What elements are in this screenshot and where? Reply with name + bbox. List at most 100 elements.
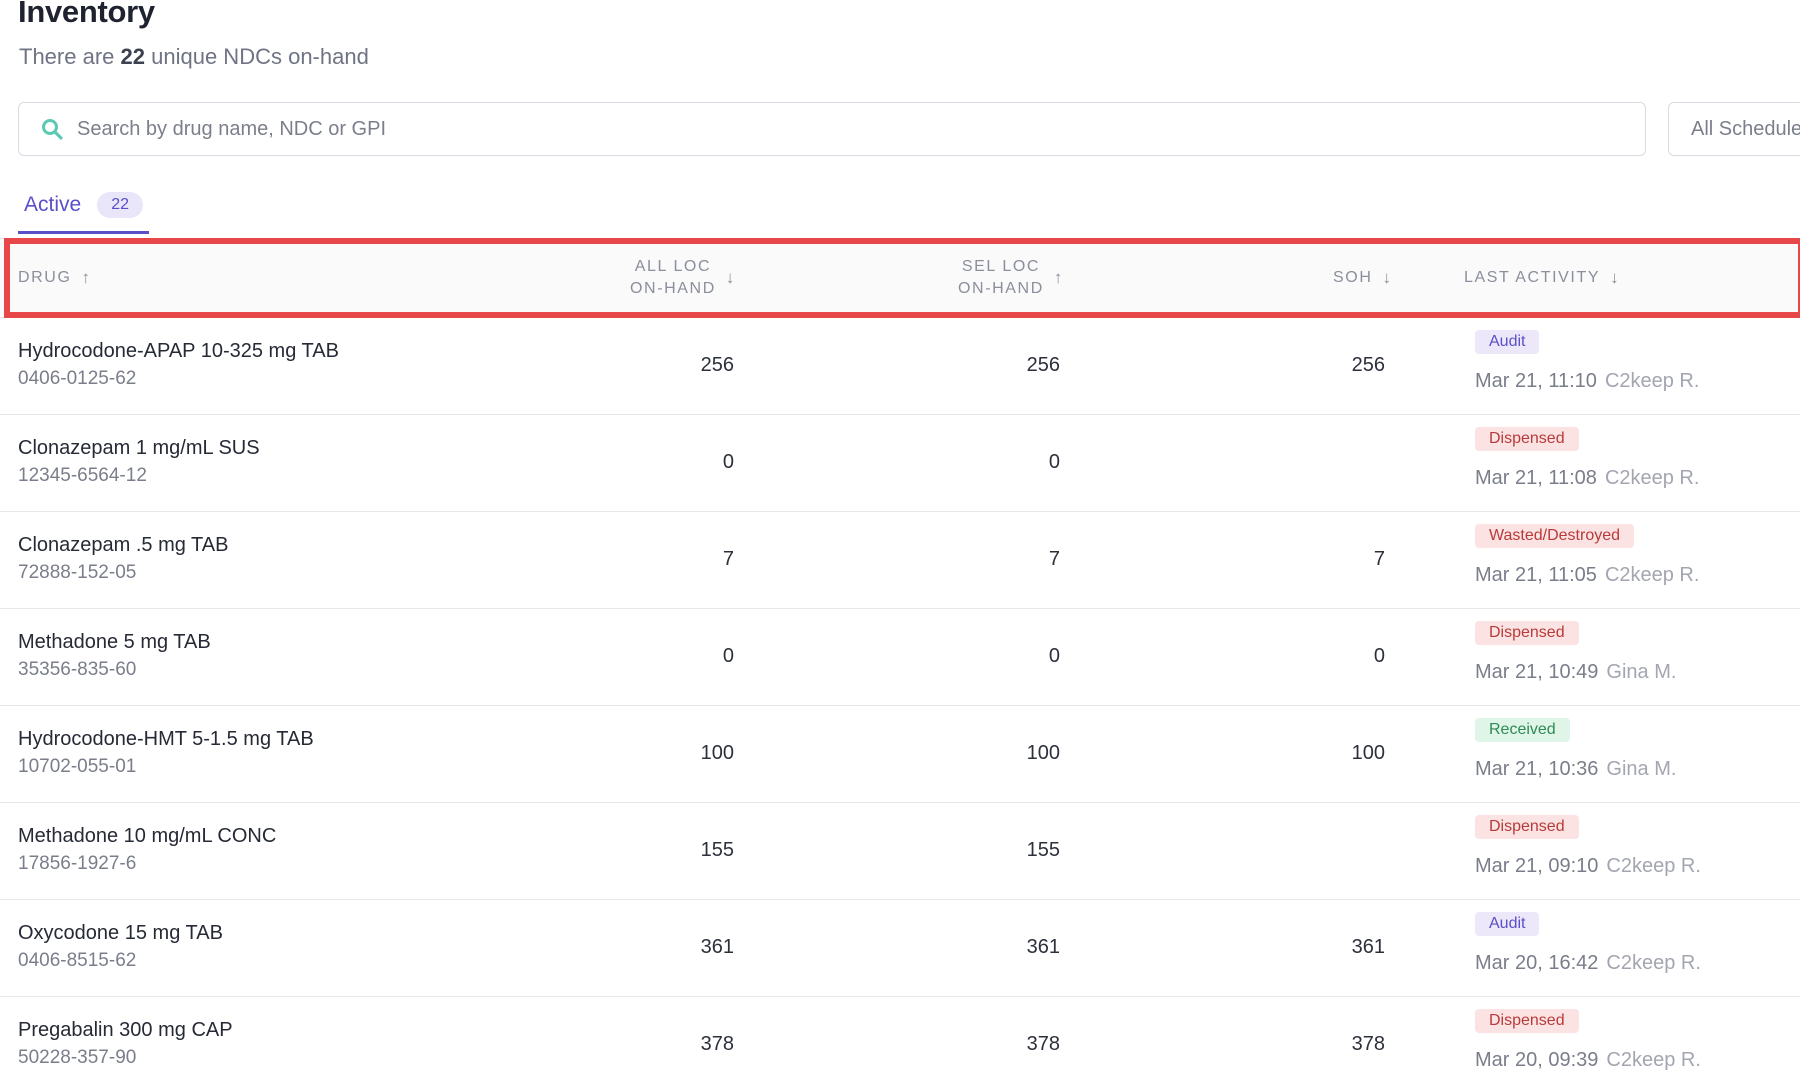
activity-user: C2keep R. <box>1604 564 1700 586</box>
drug-name: Hydrocodone-APAP 10-325 mg TAB <box>18 340 339 362</box>
schedule-filter-label: All Schedule <box>1691 117 1800 140</box>
table-header: DRUG ↑ ALL LOC ON-HAND ↓ SEL LOC ON-HAND… <box>0 238 1800 318</box>
sel-loc-on-hand: 100 <box>1026 742 1060 764</box>
drug-name: Pregabalin 300 mg CAP <box>18 1019 233 1041</box>
activity-time: Mar 21, 11:05 <box>1475 564 1597 586</box>
ndc-count: 22 <box>120 44 145 69</box>
page-subtitle: There are 22 unique NDCs on-hand <box>19 44 369 70</box>
sel-loc-on-hand: 378 <box>1026 1033 1060 1055</box>
activity-time: Mar 21, 09:10 <box>1475 855 1599 877</box>
table-row[interactable]: Clonazepam 1 mg/mL SUS 12345-6564-12 0 0 Dis… <box>0 415 1800 512</box>
page-title: Inventory <box>18 0 155 29</box>
column-header-last-activity[interactable]: LAST ACTIVITY ↓ <box>1464 268 1620 288</box>
status-badge: Dispensed <box>1475 815 1579 839</box>
drug-ndc: 0406-8515-62 <box>18 950 137 971</box>
activity-user: Gina M. <box>1606 661 1677 683</box>
schedule-filter-select[interactable]: All Schedule <box>1668 102 1800 156</box>
drug-ndc: 12345-6564-12 <box>18 465 147 486</box>
last-activity: Mar 21, 11:10 C2keep R. <box>1475 370 1699 393</box>
all-loc-on-hand: 0 <box>722 451 734 473</box>
sel-loc-on-hand: 361 <box>1026 936 1060 958</box>
drug-ndc: 72888-152-05 <box>18 562 137 583</box>
sel-loc-on-hand: 256 <box>1026 354 1060 376</box>
column-all-loc-label-line1: ALL LOC <box>634 258 712 275</box>
sort-arrow-down-icon: ↓ <box>1610 268 1621 287</box>
status-badge: Wasted/Destroyed <box>1475 524 1635 548</box>
column-soh-label: SOH <box>1333 269 1373 286</box>
status-badge: Received <box>1475 718 1570 742</box>
activity-time: Mar 21, 10:49 <box>1475 661 1599 683</box>
search-input[interactable] <box>77 117 1645 141</box>
drug-name: Clonazepam .5 mg TAB <box>18 534 229 556</box>
subtitle-suffix: unique NDCs on-hand <box>151 44 369 69</box>
sel-loc-on-hand: 7 <box>1048 548 1060 570</box>
table-body: Hydrocodone-APAP 10-325 mg TAB 0406-0125-… <box>0 318 1800 1080</box>
column-drug-label: DRUG <box>18 269 72 286</box>
drug-name: Oxycodone 15 mg TAB <box>18 922 223 944</box>
activity-time: Mar 21, 11:08 <box>1475 467 1597 489</box>
activity-time: Mar 21, 10:36 <box>1475 758 1599 780</box>
column-header-sel-loc[interactable]: SEL LOC ON-HAND ↑ <box>958 256 1064 300</box>
status-badge: Dispensed <box>1475 621 1579 645</box>
search-icon <box>39 116 65 142</box>
activity-user: C2keep R. <box>1606 855 1701 877</box>
drug-name: Methadone 5 mg TAB <box>18 631 211 653</box>
all-loc-on-hand: 361 <box>700 936 734 958</box>
column-sel-loc-label-line2: ON-HAND <box>958 280 1044 297</box>
last-activity: Mar 21, 11:05 C2keep R. <box>1475 564 1699 587</box>
drug-name: Clonazepam 1 mg/mL SUS <box>18 437 260 459</box>
soh-value: 7 <box>1373 548 1385 570</box>
sel-loc-on-hand: 0 <box>1048 451 1060 473</box>
column-header-drug[interactable]: DRUG ↑ <box>18 268 92 288</box>
tab-active-count-badge: 22 <box>97 191 143 218</box>
all-loc-on-hand: 155 <box>700 839 734 861</box>
column-header-soh[interactable]: SOH ↓ <box>1333 268 1393 288</box>
table-row[interactable]: Pregabalin 300 mg CAP 50228-357-90 378 378 3… <box>0 997 1800 1080</box>
sort-arrow-up-icon: ↑ <box>1053 268 1064 287</box>
column-header-all-loc[interactable]: ALL LOC ON-HAND ↓ <box>630 256 736 300</box>
status-badge: Audit <box>1475 330 1540 354</box>
activity-time: Mar 21, 11:10 <box>1475 370 1597 392</box>
all-loc-on-hand: 7 <box>722 548 734 570</box>
column-sel-loc-label-line1: SEL LOC <box>961 258 1041 275</box>
all-loc-on-hand: 378 <box>700 1033 734 1055</box>
sel-loc-on-hand: 155 <box>1026 839 1060 861</box>
soh-value: 378 <box>1351 1033 1385 1055</box>
soh-value: 361 <box>1351 936 1385 958</box>
drug-ndc: 35356-835-60 <box>18 659 137 680</box>
sort-arrow-down-icon: ↓ <box>1382 268 1393 287</box>
drug-ndc: 50228-357-90 <box>18 1047 137 1068</box>
table-row[interactable]: Clonazepam .5 mg TAB 72888-152-05 7 7 7 Waste… <box>0 512 1800 609</box>
sort-arrow-up-icon: ↑ <box>81 268 92 287</box>
table-row[interactable]: Hydrocodone-HMT 5-1.5 mg TAB 10702-055-01… <box>0 706 1800 803</box>
last-activity: Mar 20, 09:39 C2keep R. <box>1475 1049 1701 1072</box>
activity-user: C2keep R. <box>1604 467 1700 489</box>
last-activity: Mar 21, 09:10 C2keep R. <box>1475 855 1701 878</box>
drug-name: Methadone 10 mg/mL CONC <box>18 825 277 847</box>
tab-bar: Active 22 <box>18 178 149 236</box>
last-activity: Mar 21, 10:49 Gina M. <box>1475 661 1676 684</box>
table-row[interactable]: Hydrocodone-APAP 10-325 mg TAB 0406-0125-… <box>0 318 1800 415</box>
status-badge: Dispensed <box>1475 427 1579 451</box>
tab-active[interactable]: Active 22 <box>18 178 149 234</box>
search-box[interactable] <box>18 102 1646 156</box>
column-all-loc-label-line2: ON-HAND <box>630 280 716 297</box>
all-loc-on-hand: 100 <box>700 742 734 764</box>
last-activity: Mar 21, 11:08 C2keep R. <box>1475 467 1699 490</box>
drug-ndc: 10702-055-01 <box>18 756 137 777</box>
status-badge: Dispensed <box>1475 1009 1579 1033</box>
activity-user: C2keep R. <box>1606 952 1701 974</box>
activity-user: C2keep R. <box>1606 1049 1701 1071</box>
soh-value: 100 <box>1351 742 1385 764</box>
table-row[interactable]: Oxycodone 15 mg TAB 0406-8515-62 361 361 361… <box>0 900 1800 997</box>
drug-name: Hydrocodone-HMT 5-1.5 mg TAB <box>18 728 314 750</box>
activity-time: Mar 20, 09:39 <box>1475 1049 1599 1071</box>
last-activity: Mar 20, 16:42 C2keep R. <box>1475 952 1701 975</box>
last-activity: Mar 21, 10:36 Gina M. <box>1475 758 1676 781</box>
all-loc-on-hand: 0 <box>722 645 734 667</box>
table-row[interactable]: Methadone 10 mg/mL CONC 17856-1927-6 155 15… <box>0 803 1800 900</box>
table-row[interactable]: Methadone 5 mg TAB 35356-835-60 0 0 0 Dispens… <box>0 609 1800 706</box>
drug-ndc: 17856-1927-6 <box>18 853 137 874</box>
soh-value: 0 <box>1373 645 1385 667</box>
sel-loc-on-hand: 0 <box>1048 645 1060 667</box>
